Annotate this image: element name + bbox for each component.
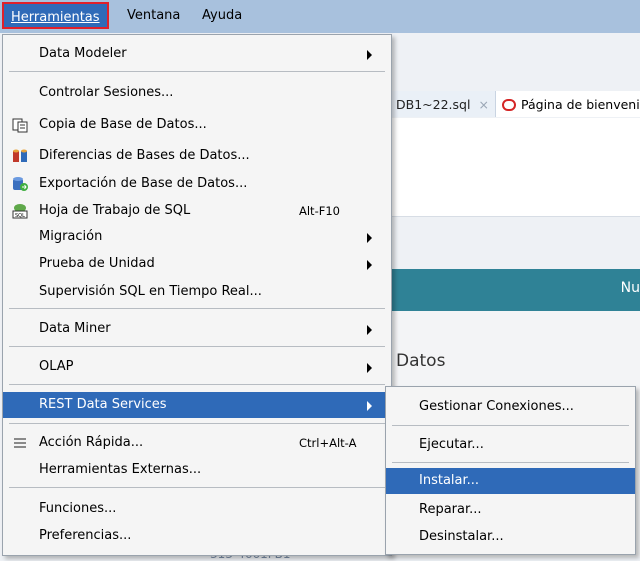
menu-item-label: Instalar...: [419, 473, 480, 488]
menu-item-label: Gestionar Conexiones...: [419, 399, 574, 414]
menu-item-prueba-unidad[interactable]: Prueba de Unidad: [3, 251, 391, 277]
menu-item-rest-data-services[interactable]: REST Data Services: [3, 392, 391, 418]
menu-item-label: Ejecutar...: [419, 437, 484, 452]
database-copy-icon: [12, 118, 28, 133]
menu-item-funciones[interactable]: Funciones...: [3, 496, 391, 522]
menu-item-label: Reparar...: [419, 502, 482, 517]
menu-item-label: Supervisión SQL en Tiempo Real...: [39, 284, 262, 299]
close-icon[interactable]: ×: [478, 97, 488, 112]
menu-item-controlar-sesiones[interactable]: Controlar Sesiones...: [3, 80, 391, 106]
menu-item-hoja-trabajo-sql[interactable]: SQL Hoja de Trabajo de SQL Alt-F10: [3, 198, 391, 224]
menu-item-label: OLAP: [39, 359, 74, 374]
menu-item-label: Controlar Sesiones...: [39, 85, 174, 100]
menu-separator: [9, 308, 385, 309]
menu-separator: [9, 71, 385, 72]
menu-item-label: Diferencias de Bases de Datos...: [39, 148, 250, 163]
menu-separator: [9, 487, 385, 488]
submenu-arrow-icon: [367, 260, 372, 270]
database-diff-icon: [13, 149, 27, 162]
menu-item-label: Data Modeler: [39, 46, 127, 61]
shortcut-label: Ctrl+Alt-A: [299, 436, 357, 450]
menu-item-label: Hoja de Trabajo de SQL: [39, 203, 191, 218]
menu-ventana[interactable]: Ventana: [127, 8, 180, 23]
submenu-item-gestionar-conexiones[interactable]: Gestionar Conexiones...: [386, 394, 635, 420]
welcome-banner: Nu: [390, 269, 640, 311]
editor-tab-sql[interactable]: DB1~22.sql ×: [390, 91, 496, 117]
sql-worksheet-icon: SQL: [12, 204, 28, 219]
submenu-item-ejecutar[interactable]: Ejecutar...: [386, 432, 635, 458]
submenu-item-desinstalar[interactable]: Desinstalar...: [386, 524, 635, 550]
menu-item-label: Preferencias...: [39, 528, 132, 543]
menu-item-label: Migración: [39, 229, 103, 244]
menu-item-supervision-sql[interactable]: Supervisión SQL en Tiempo Real...: [3, 279, 391, 305]
tools-menu: Data Modeler Controlar Sesiones... Copia…: [2, 34, 392, 556]
menu-item-copia-base-datos[interactable]: Copia de Base de Datos...: [3, 112, 391, 138]
submenu-arrow-icon: [367, 363, 372, 373]
menu-separator: [392, 462, 629, 463]
banner-text: Nu: [620, 280, 640, 296]
svg-text:SQL: SQL: [15, 213, 25, 219]
menu-item-label: Copia de Base de Datos...: [39, 117, 207, 132]
menu-item-exportacion-base-datos[interactable]: Exportación de Base de Datos...: [3, 171, 391, 197]
section-heading: Datos: [396, 351, 446, 371]
list-lines-icon: [14, 438, 26, 448]
menu-item-data-miner[interactable]: Data Miner: [3, 316, 391, 342]
menu-item-label: Acción Rápida...: [39, 435, 144, 450]
submenu-arrow-icon: [367, 325, 372, 335]
menu-item-accion-rapida[interactable]: Acción Rápida... Ctrl+Alt-A: [3, 430, 391, 456]
menu-separator: [392, 425, 629, 426]
menu-item-label: Data Miner: [39, 321, 111, 336]
shortcut-label: Alt-F10: [299, 204, 340, 218]
menu-item-data-modeler[interactable]: Data Modeler: [3, 41, 391, 67]
submenu-item-instalar[interactable]: Instalar...: [386, 468, 635, 494]
tab-label: DB1~22.sql: [396, 97, 471, 112]
menu-item-label: Prueba de Unidad: [39, 256, 155, 271]
menu-item-olap[interactable]: OLAP: [3, 354, 391, 380]
submenu-item-reparar[interactable]: Reparar...: [386, 497, 635, 523]
menu-separator: [9, 423, 385, 424]
menu-item-preferencias[interactable]: Preferencias...: [3, 523, 391, 549]
menu-ayuda[interactable]: Ayuda: [202, 8, 242, 23]
submenu-arrow-icon: [367, 233, 372, 243]
database-export-icon: [13, 177, 28, 191]
menu-separator: [9, 346, 385, 347]
menu-item-label: Exportación de Base de Datos...: [39, 176, 248, 191]
menu-bar: Herramientas Ventana Ayuda: [0, 0, 640, 33]
editor-tab-welcome[interactable]: Página de bienvenida: [496, 91, 640, 117]
submenu-arrow-icon: [367, 401, 372, 411]
menu-separator: [9, 384, 385, 385]
menu-item-label: REST Data Services: [39, 397, 167, 412]
menu-item-label: Herramientas Externas...: [39, 462, 202, 477]
menu-item-label: Funciones...: [39, 501, 117, 516]
menu-item-migracion[interactable]: Migración: [3, 224, 391, 250]
menu-herramientas[interactable]: Herramientas: [2, 2, 109, 29]
content-strip: [390, 217, 640, 269]
rest-data-services-submenu: Gestionar Conexiones... Ejecutar... Inst…: [385, 386, 636, 555]
menu-item-diferencias-bases-datos[interactable]: Diferencias de Bases de Datos...: [3, 143, 391, 169]
submenu-arrow-icon: [367, 50, 372, 60]
tab-label: Página de bienvenida: [521, 97, 640, 112]
content-area: [390, 118, 640, 216]
menu-item-herramientas-externas[interactable]: Herramientas Externas...: [3, 457, 391, 483]
menu-item-label: Desinstalar...: [419, 529, 504, 544]
oracle-logo-icon: [502, 99, 516, 111]
